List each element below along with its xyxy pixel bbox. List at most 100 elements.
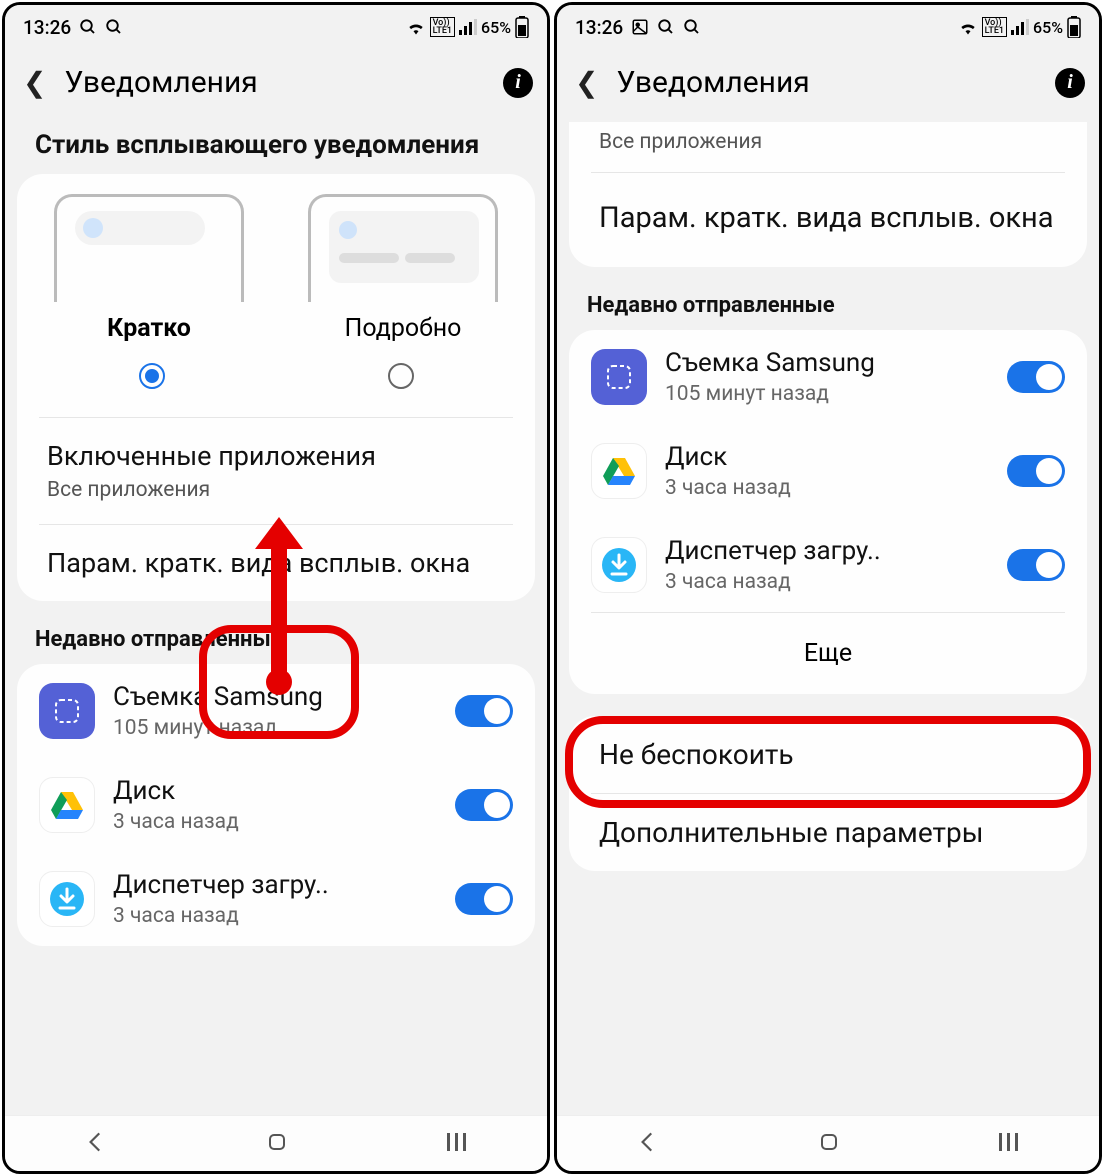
more-label: Еще — [804, 639, 852, 668]
page-header: ❮ Уведомления i — [5, 49, 547, 122]
search-icon — [105, 18, 123, 36]
search-icon — [683, 18, 701, 36]
app-name: Диспетчер загру.. — [665, 536, 989, 566]
style-option-brief[interactable]: Кратко — [27, 194, 271, 343]
brief-popup-settings-row[interactable]: Парам. кратк. вида всплыв. окна — [569, 173, 1087, 267]
app-toggle[interactable] — [455, 789, 513, 821]
app-name: Диск — [665, 442, 989, 472]
app-time: 3 часа назад — [665, 570, 989, 594]
preview-detailed — [308, 194, 498, 302]
nav-recents[interactable] — [445, 1131, 469, 1157]
top-card: Все приложения Парам. кратк. вида всплыв… — [569, 122, 1087, 267]
volte-icon: Vo))LTE1 — [430, 17, 455, 37]
app-toggle[interactable] — [455, 695, 513, 727]
dnd-row[interactable]: Не беспокоить — [569, 716, 1087, 793]
nav-bar — [5, 1115, 547, 1171]
nav-back[interactable] — [83, 1129, 109, 1159]
included-apps-title: Включенные приложения — [47, 440, 505, 472]
page-header: ❮ Уведомления i — [557, 49, 1099, 122]
phone-left: 13:26 Vo))LTE1 65% ❮ Уведомления i Стиль… — [2, 2, 550, 1174]
app-toggle[interactable] — [1007, 455, 1065, 487]
app-time: 105 минут назад — [113, 716, 437, 740]
app-icon-drive — [591, 443, 647, 499]
radio-detailed[interactable] — [388, 363, 414, 389]
app-row-samsung[interactable]: Съемка Samsung 105 минут назад — [17, 664, 535, 758]
wifi-icon — [406, 19, 426, 35]
battery-icon — [515, 16, 529, 38]
more-button[interactable]: Еще — [569, 613, 1087, 694]
back-button[interactable]: ❮ — [571, 66, 602, 99]
battery-percent: 65% — [1033, 18, 1063, 37]
nav-bar — [557, 1115, 1099, 1171]
phone-right: 13:26 Vo))LTE1 65% ❮ Уведомления i Все п… — [554, 2, 1102, 1174]
brief-popup-settings-title: Парам. кратк. вида всплыв. окна — [599, 201, 1057, 235]
radio-brief[interactable] — [139, 363, 165, 389]
preview-brief — [54, 194, 244, 302]
app-row-drive[interactable]: Диск 3 часа назад — [17, 758, 535, 852]
signal-icon — [1011, 19, 1029, 35]
recent-header: Недавно отправленные — [557, 267, 1099, 330]
app-toggle[interactable] — [455, 883, 513, 915]
app-time: 3 часа назад — [665, 476, 989, 500]
all-apps-label: Все приложения — [599, 130, 1057, 154]
app-row-samsung[interactable]: Съемка Samsung 105 минут назад — [569, 330, 1087, 424]
gallery-icon — [631, 18, 649, 36]
included-apps-row[interactable]: Включенные приложения Все приложения — [17, 418, 535, 524]
popup-style-header: Стиль всплывающего уведомления — [5, 122, 547, 174]
nav-home[interactable] — [265, 1130, 289, 1158]
status-bar: 13:26 Vo))LTE1 65% — [557, 5, 1099, 49]
content-scroll[interactable]: Все приложения Парам. кратк. вида всплыв… — [557, 122, 1099, 1110]
nav-home[interactable] — [817, 1130, 841, 1158]
info-icon[interactable]: i — [1055, 68, 1085, 98]
wifi-icon — [958, 19, 978, 35]
popup-style-card: Кратко Подробно — [17, 174, 535, 601]
nav-back[interactable] — [635, 1129, 661, 1159]
app-time: 3 часа назад — [113, 904, 437, 928]
page-title: Уведомления — [64, 65, 489, 100]
dnd-title: Не беспокоить — [599, 738, 1057, 771]
style-label-detailed: Подробно — [345, 314, 462, 343]
search-icon — [79, 18, 97, 36]
advanced-title: Дополнительные параметры — [599, 816, 1057, 849]
battery-icon — [1067, 16, 1081, 38]
app-name: Съемка Samsung — [665, 348, 989, 378]
app-name: Съемка Samsung — [113, 682, 437, 712]
all-apps-row[interactable]: Все приложения — [569, 122, 1087, 172]
app-time: 105 минут назад — [665, 382, 989, 406]
app-icon-download-manager — [591, 537, 647, 593]
recent-header: Недавно отправленные — [5, 601, 547, 664]
volte-icon: Vo))LTE1 — [982, 17, 1007, 37]
status-time: 13:26 — [23, 16, 71, 39]
app-toggle[interactable] — [1007, 549, 1065, 581]
app-row-download[interactable]: Диспетчер загру.. 3 часа назад — [569, 518, 1087, 612]
battery-percent: 65% — [481, 18, 511, 37]
app-icon-samsung-capture — [39, 683, 95, 739]
nav-recents[interactable] — [997, 1131, 1021, 1157]
app-icon-download-manager — [39, 871, 95, 927]
dnd-card: Не беспокоить Дополнительные параметры — [569, 716, 1087, 871]
style-option-detailed[interactable]: Подробно — [281, 194, 525, 343]
brief-popup-settings-title: Парам. кратк. вида всплыв. окна — [47, 547, 505, 579]
app-time: 3 часа назад — [113, 810, 437, 834]
brief-popup-settings-row[interactable]: Парам. кратк. вида всплыв. окна — [17, 525, 535, 601]
app-row-drive[interactable]: Диск 3 часа назад — [569, 424, 1087, 518]
status-time: 13:26 — [575, 16, 623, 39]
signal-icon — [459, 19, 477, 35]
app-row-download[interactable]: Диспетчер загру.. 3 часа назад — [17, 852, 535, 946]
style-label-brief: Кратко — [107, 314, 191, 343]
content-scroll[interactable]: Стиль всплывающего уведомления Кратко — [5, 122, 547, 1110]
status-bar: 13:26 Vo))LTE1 65% — [5, 5, 547, 49]
info-icon[interactable]: i — [503, 68, 533, 98]
advanced-row[interactable]: Дополнительные параметры — [569, 794, 1087, 871]
search-icon — [657, 18, 675, 36]
included-apps-sub: Все приложения — [47, 478, 505, 502]
page-title: Уведомления — [616, 65, 1041, 100]
recent-card: Съемка Samsung 105 минут назад Диск 3 ча… — [569, 330, 1087, 694]
app-name: Диспетчер загру.. — [113, 870, 437, 900]
recent-card: Съемка Samsung 105 минут назад Диск 3 ча… — [17, 664, 535, 946]
app-toggle[interactable] — [1007, 361, 1065, 393]
app-icon-drive — [39, 777, 95, 833]
app-name: Диск — [113, 776, 437, 806]
app-icon-samsung-capture — [591, 349, 647, 405]
back-button[interactable]: ❮ — [19, 66, 50, 99]
